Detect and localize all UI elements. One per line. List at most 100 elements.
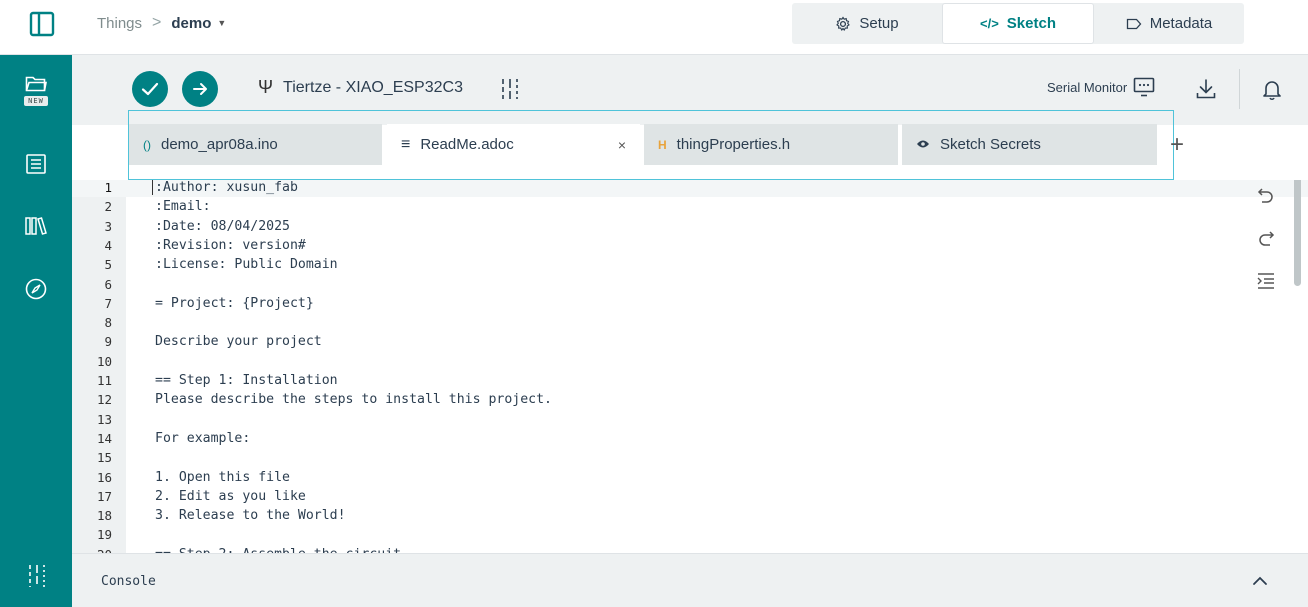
file-tab-secrets[interactable]: Sketch Secrets: [902, 124, 1157, 165]
line-number: 10: [96, 353, 112, 369]
sliders-icon[interactable]: [27, 563, 47, 589]
sidebar-item-reference[interactable]: [0, 277, 72, 317]
tab-sketch-label: Sketch: [1006, 15, 1056, 32]
code-text: Describe your project: [155, 334, 322, 350]
code-text: For example:: [155, 430, 251, 446]
code-text: 3. Release to the World!: [155, 508, 346, 524]
undo-icon[interactable]: [1254, 183, 1278, 207]
board-name: Tiertze - XIAO_ESP32C3: [283, 78, 463, 96]
editor-scrollbar[interactable]: [1294, 180, 1301, 286]
tab-setup-label: Setup: [859, 15, 899, 32]
code-text: :Date: 08/04/2025: [155, 218, 290, 234]
code-line[interactable]: 16 1. Open this file: [72, 468, 1308, 487]
file-tab-label: demo_apr08a.ino: [161, 136, 278, 153]
new-badge: NEW: [24, 96, 48, 106]
code-line[interactable]: 8: [72, 313, 1308, 332]
code-line[interactable]: 4:Revision: version#: [72, 236, 1308, 255]
tab-metadata-label: Metadata: [1149, 15, 1213, 32]
line-number: 13: [96, 411, 112, 427]
line-number: 2: [104, 199, 112, 215]
code-text: 2. Edit as you like: [155, 488, 306, 504]
redo-icon[interactable]: [1254, 226, 1278, 250]
arrow-right-icon: [193, 83, 207, 95]
usb-icon: Ψ: [258, 77, 274, 97]
file-tab-bar: () demo_apr08a.ino ≡ ReadMe.adoc × H thi…: [128, 110, 1174, 180]
code-line[interactable]: 12 Please describe the steps to install t…: [72, 390, 1308, 409]
file-tab-header[interactable]: H thingProperties.h: [644, 124, 898, 165]
tag-icon: [1126, 18, 1142, 29]
code-line[interactable]: 10: [72, 352, 1308, 371]
code-line[interactable]: 17 2. Edit as you like: [72, 487, 1308, 506]
add-tab-button[interactable]: +: [1170, 131, 1184, 159]
breadcrumb-root[interactable]: Things: [97, 15, 142, 32]
eye-icon: [916, 138, 930, 152]
breadcrumb-separator: >: [152, 14, 162, 31]
file-tab-ino[interactable]: () demo_apr08a.ino: [129, 124, 382, 165]
code-text: 1. Open this file: [155, 469, 290, 485]
console-label[interactable]: Console: [101, 574, 156, 589]
chevron-down-icon[interactable]: ▼: [217, 18, 226, 28]
tab-metadata[interactable]: Metadata: [1094, 3, 1244, 44]
code-line[interactable]: 2 :Email:: [72, 197, 1308, 216]
sidebar-item-examples[interactable]: [0, 153, 72, 193]
code-line[interactable]: 15: [72, 448, 1308, 467]
breadcrumb: Things > demo ▼: [97, 14, 226, 32]
code-line[interactable]: 11 == Step 1: Installation: [72, 371, 1308, 390]
indent-icon[interactable]: [1254, 269, 1278, 293]
line-number: 4: [104, 237, 112, 253]
board-selector[interactable]: Ψ Tiertze - XIAO_ESP32C3: [258, 77, 463, 98]
file-tab-label: ReadMe.adoc: [420, 136, 514, 153]
code-line[interactable]: 18 3. Release to the World!: [72, 506, 1308, 525]
line-number: 5: [104, 257, 112, 273]
code-line[interactable]: 19: [72, 525, 1308, 544]
download-icon[interactable]: [1194, 77, 1218, 101]
line-number: 6: [104, 276, 112, 292]
code-text: :Email:: [155, 199, 211, 215]
code-line[interactable]: 20 == Step 2: Assemble the circuit: [72, 545, 1308, 553]
close-icon[interactable]: ×: [618, 137, 626, 153]
code-line[interactable]: 1:Author: xusun_fab: [72, 180, 1308, 198]
line-number: 19: [96, 527, 112, 543]
code-text: = Project: {Project}: [155, 295, 314, 311]
code-line[interactable]: 6: [72, 275, 1308, 294]
serial-monitor-label: Serial Monitor: [1047, 79, 1128, 95]
view-tabs: Setup </> Sketch Metadata: [792, 3, 1244, 44]
tab-sketch[interactable]: </> Sketch: [942, 3, 1094, 44]
upload-button[interactable]: [182, 71, 218, 107]
code-line[interactable]: 13: [72, 410, 1308, 429]
serial-monitor-button[interactable]: Serial Monitor: [1047, 77, 1155, 97]
top-bar: Things > demo ▼ Setup </> Sketch Metadat…: [0, 0, 1308, 55]
verify-button[interactable]: [132, 71, 168, 107]
bell-icon[interactable]: [1260, 77, 1284, 101]
sidebar-item-libraries[interactable]: [0, 215, 72, 255]
code-line[interactable]: 5:License: Public Domain: [72, 255, 1308, 274]
list-icon: [26, 154, 46, 174]
line-number: 14: [96, 430, 112, 446]
file-tab-readme[interactable]: ≡ ReadMe.adoc ×: [387, 124, 640, 165]
header-file-icon: H: [658, 137, 667, 152]
chevron-up-icon[interactable]: [1250, 571, 1270, 591]
line-number: 12: [96, 392, 112, 408]
line-number: 3: [104, 218, 112, 234]
app-root: Things > demo ▼ Setup </> Sketch Metadat…: [0, 0, 1308, 607]
board-options-icon[interactable]: [500, 78, 520, 100]
sidebar-item-sketchbook[interactable]: NEW: [0, 75, 72, 125]
tab-setup[interactable]: Setup: [792, 3, 942, 44]
library-icon: [25, 217, 47, 235]
text-file-icon: ≡: [401, 135, 411, 153]
console-panel: Console: [72, 553, 1308, 607]
toolbar-divider: [1239, 69, 1240, 109]
file-tab-label: Sketch Secrets: [940, 136, 1041, 153]
compass-icon: [25, 278, 47, 300]
code-line[interactable]: 7 = Project: {Project}: [72, 294, 1308, 313]
code-line[interactable]: 3 :Date: 08/04/2025: [72, 217, 1308, 236]
code-editor[interactable]: 1:Author: xusun_fab 2 :Email: 3 :Date: 08/04…: [72, 180, 1308, 553]
code-text: == Step 1: Installation: [155, 373, 338, 388]
code-line[interactable]: 14 For example:: [72, 429, 1308, 448]
check-icon: [141, 82, 159, 96]
line-number: 11: [96, 373, 112, 388]
breadcrumb-current[interactable]: demo: [171, 15, 211, 32]
sidebar-toggle-icon[interactable]: [28, 10, 56, 38]
code-line[interactable]: 9 Describe your project: [72, 332, 1308, 351]
line-number: 16: [96, 469, 112, 485]
